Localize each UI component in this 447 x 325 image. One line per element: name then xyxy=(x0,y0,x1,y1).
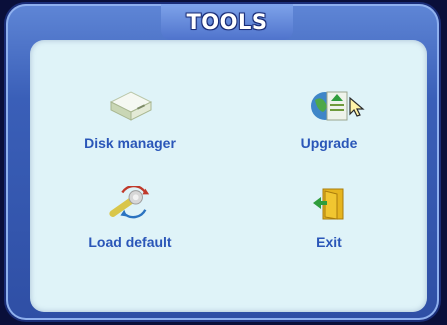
disk-manager-label: Disk manager xyxy=(84,135,176,151)
wrench-reset-icon xyxy=(107,184,153,224)
exit-label: Exit xyxy=(316,234,342,250)
load-default-button[interactable]: Load default xyxy=(55,184,205,274)
mouse-pointer-icon xyxy=(349,96,365,117)
globe-upload-icon xyxy=(306,85,352,125)
menu-panel: Disk manager Upgrade Load default Exit xyxy=(30,40,427,312)
upgrade-label: Upgrade xyxy=(300,135,358,151)
upgrade-button[interactable]: Upgrade xyxy=(254,85,404,175)
dialog-title: TOOLS xyxy=(186,10,268,34)
disk-manager-button[interactable]: Disk manager xyxy=(55,85,205,175)
title-tab: TOOLS xyxy=(161,4,293,40)
disk-drive-icon xyxy=(107,85,153,125)
load-default-label: Load default xyxy=(88,234,172,250)
tools-dialog: TOOLS Disk manager Upgrade Load default … xyxy=(6,4,439,320)
exit-button[interactable]: Exit xyxy=(254,184,404,274)
exit-door-icon xyxy=(306,184,352,224)
